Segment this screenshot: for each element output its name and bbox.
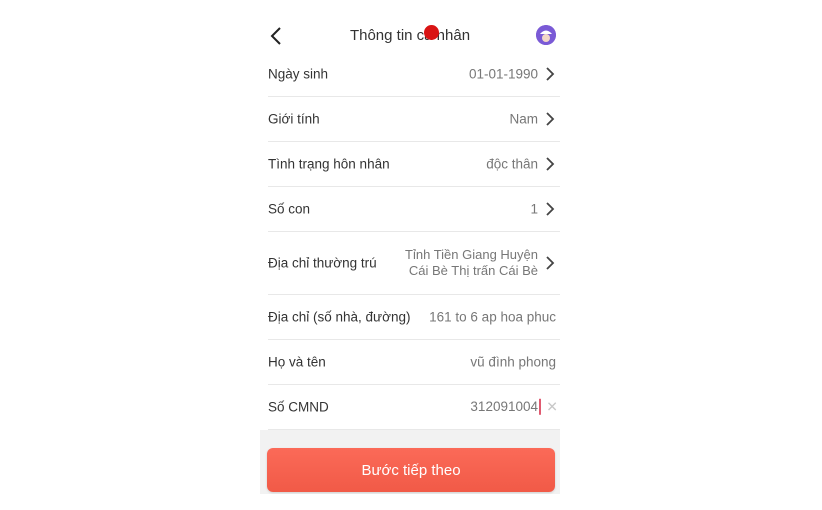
address-line-1: Tỉnh Tiền Giang Huyện: [405, 247, 538, 262]
phone-screen: Thông tin cá nhân Ngày sinh 01-01-1990 G…: [260, 20, 560, 494]
chevron-right-icon: [546, 157, 555, 171]
profile-form: Ngày sinh 01-01-1990 Giới tính Nam Tình …: [260, 52, 560, 430]
row-label: Địa chỉ thường trú: [268, 255, 377, 271]
row-label: Địa chỉ (số nhà, đường): [268, 309, 411, 325]
id-number-input[interactable]: 312091004: [470, 398, 541, 416]
id-number-text: 312091004: [470, 398, 538, 414]
next-step-button[interactable]: Bước tiếp theo: [267, 448, 555, 492]
row-marital-status[interactable]: Tình trạng hôn nhân độc thân: [268, 142, 560, 187]
row-value: 1: [530, 201, 538, 217]
row-permanent-address[interactable]: Địa chỉ thường trú Tỉnh Tiền Giang Huyện…: [268, 232, 560, 295]
chevron-right-icon: [546, 202, 555, 216]
chevron-right-icon: [546, 112, 555, 126]
row-value: 01-01-1990: [468, 66, 538, 82]
row-gender[interactable]: Giới tính Nam: [268, 97, 560, 142]
text-cursor: [539, 399, 541, 416]
row-label: Số CMND: [268, 399, 329, 415]
row-label: Họ và tên: [268, 354, 326, 370]
recording-indicator: [424, 25, 439, 40]
row-value: Nam: [509, 111, 538, 127]
close-icon[interactable]: ✕: [546, 399, 558, 416]
row-value: độc thân: [486, 156, 538, 172]
address-line-2: Cái Bè Thị trấn Cái Bè: [408, 263, 538, 278]
full-name-input[interactable]: vũ đình phong: [470, 355, 556, 370]
page-title: Thông tin cá nhân: [349, 27, 471, 44]
row-id-number[interactable]: Số CMND 312091004 ✕: [268, 385, 560, 430]
chevron-right-icon: [546, 256, 555, 270]
row-label: Ngày sinh: [268, 66, 329, 82]
street-address-input[interactable]: 161 to 6 ap hoa phuc: [429, 310, 556, 325]
row-label: Giới tính: [268, 111, 320, 127]
row-children[interactable]: Số con 1: [268, 187, 560, 232]
row-full-name[interactable]: Họ và tên vũ đình phong: [268, 340, 560, 385]
chevron-right-icon: [546, 67, 555, 81]
row-date-of-birth[interactable]: Ngày sinh 01-01-1990: [268, 52, 560, 97]
row-label: Số con: [268, 201, 311, 217]
row-label: Tình trạng hôn nhân: [268, 156, 390, 172]
top-bar: Thông tin cá nhân: [260, 20, 560, 52]
row-street-address[interactable]: Địa chỉ (số nhà, đường) 161 to 6 ap hoa …: [268, 295, 560, 340]
row-value: Tỉnh Tiền Giang Huyện Cái Bè Thị trấn Cá…: [405, 247, 538, 279]
avatar-icon[interactable]: [536, 25, 556, 45]
